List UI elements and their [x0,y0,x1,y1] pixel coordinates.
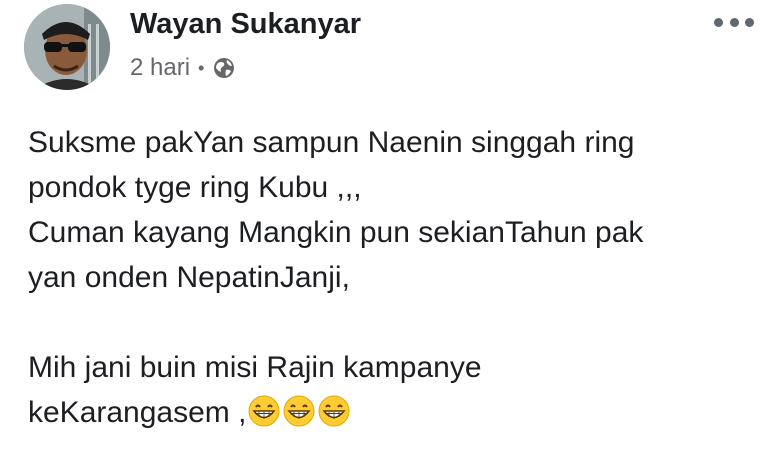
grinning-face-emoji [248,395,280,427]
more-options-icon[interactable] [714,12,754,32]
post-header: Wayan Sukanyar 2 hari • [24,2,764,92]
avatar-photo [24,4,110,90]
globe-icon [214,58,235,78]
grinning-face-emoji [318,395,350,427]
post-text: Suksme pakYan sampun Naenin singgah ring… [28,120,768,435]
post-text-line: yan onden NepatinJanji, [28,261,350,294]
post-text-line: keKarangasem , [28,396,247,429]
author-name[interactable]: Wayan Sukanyar [130,8,361,41]
avatar[interactable] [24,4,110,90]
post-timestamp[interactable]: 2 hari [130,54,190,82]
facebook-post: Wayan Sukanyar 2 hari • Suksme pakYan sa… [0,0,780,470]
grinning-face-emoji [283,395,315,427]
post-text-line: Cuman kayang Mangkin pun sekianTahun pak [28,216,644,249]
meta-separator: • [198,57,205,78]
post-text-last-line: keKarangasem , [28,390,768,435]
post-meta: 2 hari • [130,54,236,82]
post-text-line: Mih jani buin misi Rajin kampanye [28,351,482,384]
post-text-line: Suksme pakYan sampun Naenin singgah ring [28,126,635,159]
post-text-line: pondok tyge ring Kubu ,,, [28,171,362,204]
